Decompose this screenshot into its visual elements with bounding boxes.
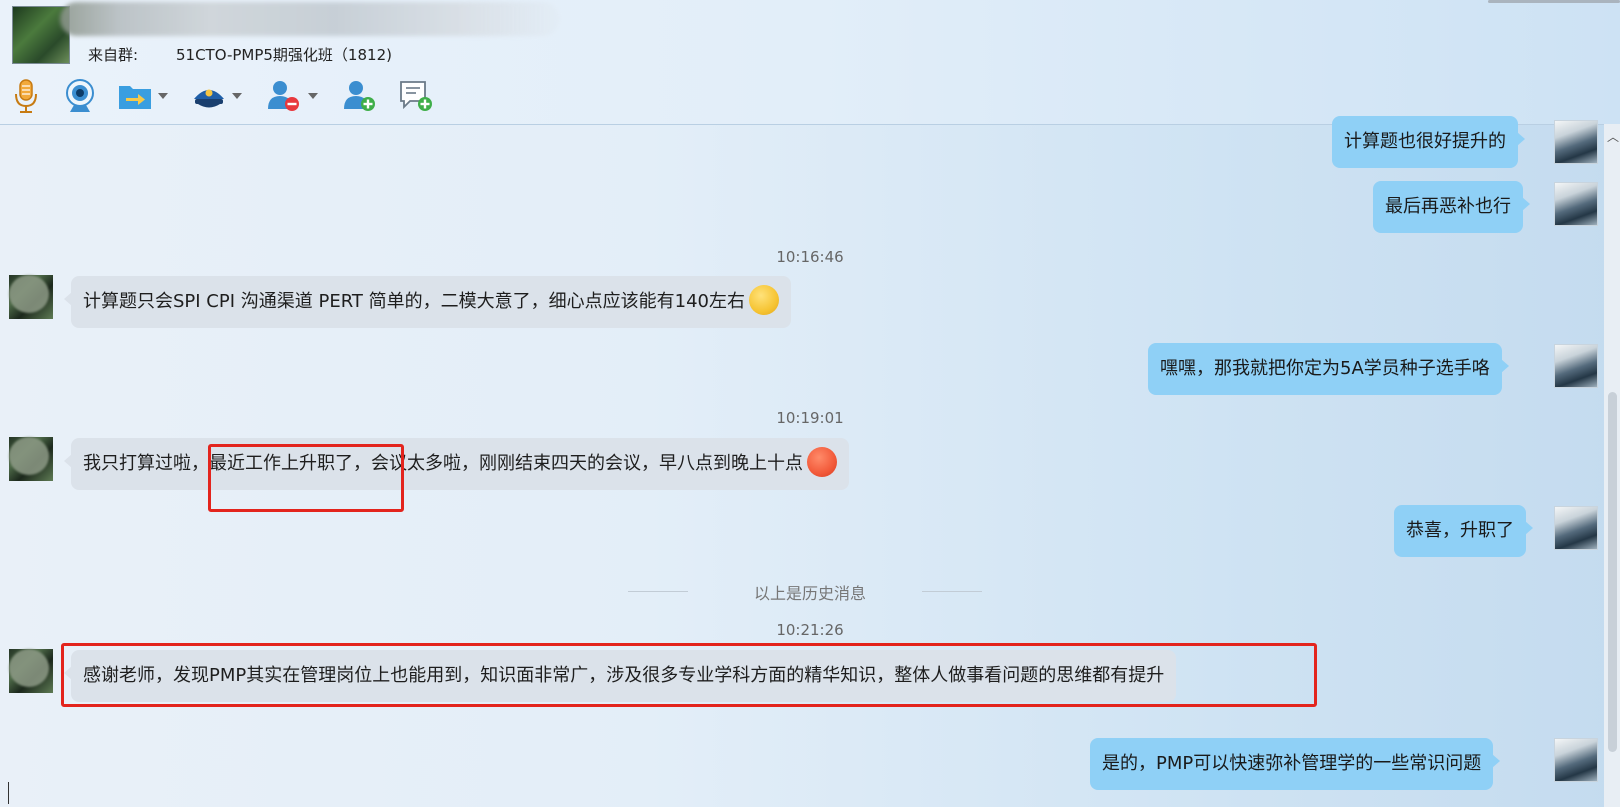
message-text: 计算题只会SPI CPI 沟通渠道 PERT 简单的，二模大意了，细心点应该能有…: [83, 291, 745, 312]
message-bubble-outgoing[interactable]: 是的，PMP可以快速弥补管理学的一些常识问题: [1090, 738, 1501, 790]
chat-header: 来自群: 51CTO-PMP5期强化班（1812): [0, 0, 1620, 125]
text-cursor: [8, 782, 9, 804]
message-text: 嘿嘿，那我就把你定为5A学员种子选手咯: [1160, 358, 1490, 379]
avatar[interactable]: [9, 275, 53, 319]
add-member-button[interactable]: [342, 76, 378, 116]
chat-toolbar: [0, 76, 600, 120]
message-text-part: 我只打算过啦，: [83, 453, 209, 474]
chevron-down-icon[interactable]: [158, 93, 168, 99]
voice-call-button[interactable]: [12, 76, 40, 116]
highlight-box: [61, 643, 1317, 707]
avatar[interactable]: [1554, 344, 1598, 388]
divider-line: [922, 591, 982, 592]
message-timestamp: 10:19:01: [776, 409, 844, 427]
from-group-label: 来自群:: [88, 46, 139, 64]
message-timestamp: 10:16:46: [776, 248, 844, 266]
history-divider: 以上是历史消息: [0, 579, 1620, 603]
file-transfer-button[interactable]: [118, 76, 168, 116]
avatar[interactable]: [1554, 182, 1598, 226]
message-timestamp: 10:21:26: [776, 621, 844, 639]
message-text-part: 会议太多啦，刚刚结束四天的会议，早八点到晚上十点: [371, 453, 803, 474]
message-bubble-outgoing[interactable]: 恭喜，升职了: [1394, 505, 1533, 557]
scroll-up-icon[interactable]: ︿: [1607, 128, 1619, 145]
remove-member-button[interactable]: [266, 76, 318, 116]
history-divider-label: 以上是历史消息: [753, 584, 866, 603]
group-notice-button[interactable]: [398, 76, 434, 116]
message-bubble-incoming[interactable]: 计算题只会SPI CPI 沟通渠道 PERT 简单的，二模大意了，细心点应该能有…: [64, 276, 791, 328]
remove-member-icon: [268, 81, 299, 111]
message-bubble-outgoing[interactable]: 计算题也很好提升的: [1332, 116, 1525, 168]
video-call-button[interactable]: [62, 76, 98, 116]
group-name[interactable]: 51CTO-PMP5期强化班（1812): [176, 44, 392, 65]
message-text: 恭喜，升职了: [1406, 520, 1514, 541]
message-list[interactable]: 计算题也很好提升的 最后再恶补也行 10:16:46 计算题只会SPI CPI …: [0, 116, 1620, 807]
message-bubble-outgoing[interactable]: 最后再恶补也行: [1373, 181, 1530, 233]
add-member-icon: [344, 81, 375, 111]
new-message-icon: [400, 81, 432, 111]
highlight-box: [208, 444, 404, 512]
blurred-contact-name: [60, 2, 560, 36]
message-bubble-outgoing[interactable]: 嘿嘿，那我就把你定为5A学员种子选手咯: [1148, 343, 1509, 395]
thinking-face-icon: [748, 285, 779, 315]
avatar[interactable]: [1554, 738, 1598, 782]
scrollbar[interactable]: ︿: [1604, 124, 1620, 807]
avatar[interactable]: [1554, 506, 1598, 550]
avatar[interactable]: [9, 437, 53, 481]
chevron-down-icon[interactable]: [308, 93, 318, 99]
message-text: 计算题也很好提升的: [1344, 131, 1506, 152]
hot-face-icon: [807, 447, 837, 477]
avatar[interactable]: [1554, 120, 1598, 164]
file-transfer-icon: [119, 86, 151, 109]
window-edge-line: [1488, 0, 1620, 3]
chevron-down-icon[interactable]: [232, 93, 242, 99]
group-admin-button[interactable]: [192, 76, 242, 116]
scrollbar-thumb[interactable]: [1608, 392, 1617, 752]
microphone-icon: [15, 79, 37, 113]
message-text: 最后再恶补也行: [1385, 196, 1511, 217]
message-text: 是的，PMP可以快速弥补管理学的一些常识问题: [1102, 753, 1482, 774]
avatar[interactable]: [9, 649, 53, 693]
police-cap-icon: [194, 89, 224, 108]
message-bubble-incoming[interactable]: 我只打算过啦，最近工作上升职了，会议太多啦，刚刚结束四天的会议，早八点到晚上十点: [64, 438, 849, 490]
webcam-icon: [66, 79, 94, 112]
